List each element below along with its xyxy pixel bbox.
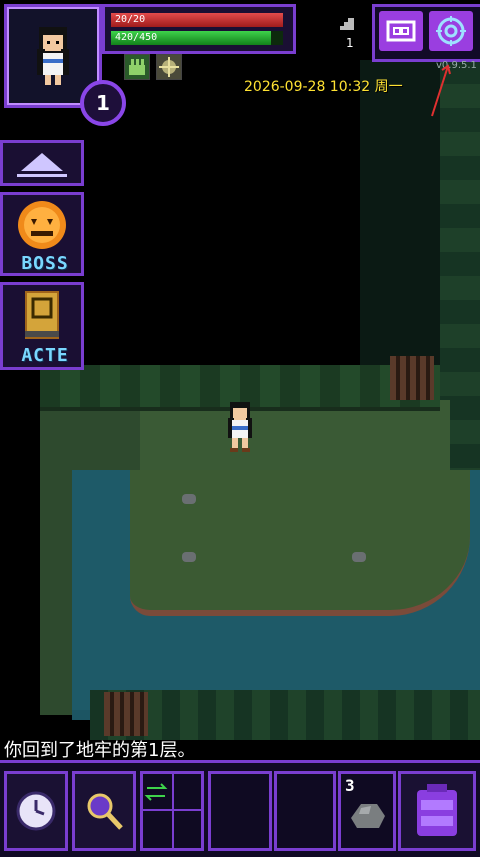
backpack-icon bbox=[417, 784, 457, 836]
acte-button[interactable]: ACTE bbox=[0, 282, 84, 370]
pebble bbox=[182, 552, 196, 562]
level-badge: 1 bbox=[80, 80, 126, 126]
chevron-up-icon bbox=[17, 153, 67, 177]
hero-avatar-icon bbox=[37, 27, 69, 85]
status-bars: 20/20 420/450 bbox=[102, 4, 296, 54]
game-log-message: 你回到了地牢的第1层。 bbox=[4, 740, 196, 761]
magnifier-icon bbox=[87, 793, 123, 830]
stairs-icon bbox=[340, 14, 354, 34]
tree-wall-bottom bbox=[90, 690, 480, 740]
wait-button[interactable] bbox=[4, 771, 68, 851]
boss-label: BOSS bbox=[21, 253, 69, 274]
stone-count: 3 bbox=[345, 776, 355, 795]
search-button[interactable] bbox=[72, 771, 136, 851]
pebble bbox=[352, 552, 366, 562]
swap-icon bbox=[143, 774, 201, 848]
settings-button[interactable] bbox=[429, 11, 473, 51]
backpack-button[interactable] bbox=[398, 771, 476, 851]
hp-text: 20/20 bbox=[115, 14, 146, 25]
clock-icon bbox=[16, 791, 56, 831]
top-right-menu bbox=[372, 4, 480, 62]
collapse-button[interactable] bbox=[0, 140, 84, 186]
boss-button[interactable]: BOSS bbox=[0, 192, 84, 276]
journal-button[interactable] bbox=[379, 11, 423, 51]
empty-quickslot[interactable] bbox=[274, 771, 336, 851]
swap-slot-button[interactable] bbox=[140, 771, 204, 851]
exp-bar: 420/450 bbox=[111, 31, 283, 45]
journal-icon bbox=[386, 20, 416, 42]
depth-number: 1 bbox=[346, 36, 354, 50]
book-icon bbox=[25, 291, 59, 339]
hp-bar: 20/20 bbox=[111, 13, 283, 27]
wooden-fence bbox=[104, 692, 148, 736]
wooden-fence bbox=[390, 356, 434, 400]
buff-herb-icon[interactable] bbox=[124, 54, 150, 80]
exp-text: 420/450 bbox=[115, 32, 158, 43]
bottom-toolbar: 3 bbox=[0, 760, 480, 857]
acte-label: ACTE bbox=[21, 345, 69, 366]
stone-quickslot[interactable]: 3 bbox=[338, 771, 396, 851]
timestamp-overlay: 2026-09-28 10:32 周一 bbox=[244, 79, 403, 95]
grass-peninsula[interactable] bbox=[130, 470, 470, 616]
hero-sprite[interactable] bbox=[222, 402, 258, 452]
game-scene[interactable] bbox=[0, 0, 480, 854]
red-arrow-annotation bbox=[431, 64, 451, 117]
settings-icon bbox=[436, 16, 466, 46]
side-panel: BOSS ACTE bbox=[0, 140, 84, 370]
pebble bbox=[182, 494, 196, 504]
empty-quickslot[interactable] bbox=[208, 771, 272, 851]
pumpkin-boss-icon bbox=[18, 201, 66, 249]
buff-sparkle-icon[interactable] bbox=[156, 54, 182, 80]
